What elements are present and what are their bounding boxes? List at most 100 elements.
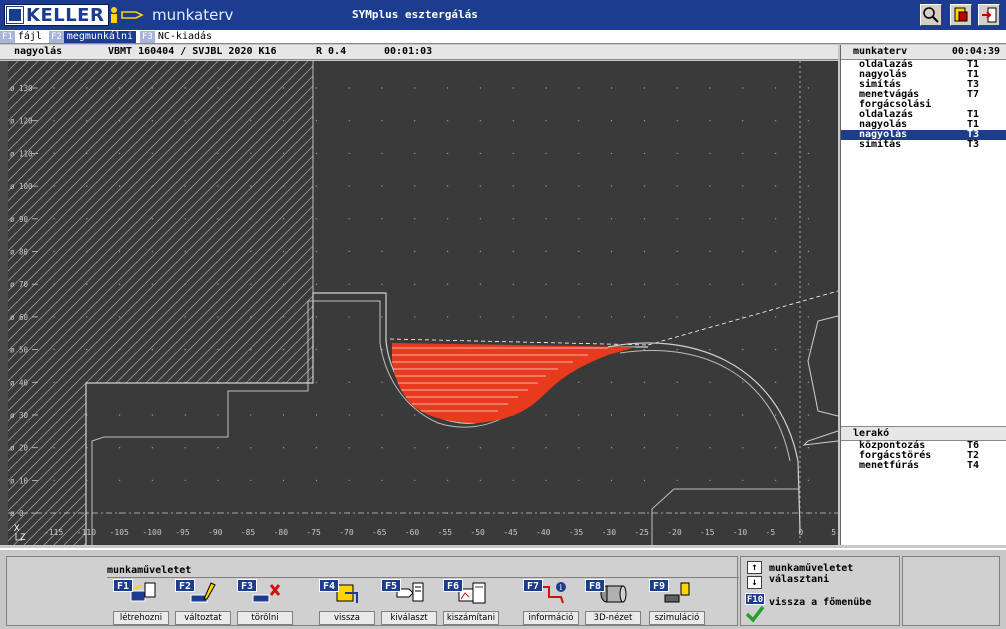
arrow-down-button[interactable]: ↓ xyxy=(747,576,762,589)
exit-button[interactable] xyxy=(978,4,1000,26)
3D-nézet-button[interactable]: F8 3D-nézet xyxy=(585,579,641,625)
grid-dot xyxy=(676,185,678,187)
grid-dot xyxy=(643,447,646,449)
grid-dot xyxy=(610,447,613,449)
grid-dot xyxy=(676,218,678,220)
machining-canvas[interactable]: ø 130 ø 120 ø 110 ø 100 ø 90 ø 80 ø 70 ø 60 ø 50… xyxy=(8,61,838,545)
grid-dot xyxy=(512,316,514,318)
grid-dot xyxy=(414,447,416,449)
menu-file[interactable]: F1 fájl xyxy=(0,30,45,44)
grid-dot xyxy=(676,87,678,89)
y-tick-label: ø 50 xyxy=(10,346,29,355)
grid-dot xyxy=(578,87,580,89)
grid-dot xyxy=(742,381,744,383)
vissza-button[interactable]: F4 vissza xyxy=(319,579,375,625)
x-tick-label: -115 xyxy=(44,528,63,537)
grid-dot xyxy=(381,218,383,220)
grid-dot xyxy=(446,120,449,122)
menu-nc-output[interactable]: F3 NC-kiadás xyxy=(140,30,215,44)
storage-row[interactable]: menetfúrás T4 xyxy=(841,461,1006,471)
workplan-list: oldalazás T1 nagyolás T1 simítás T3 menetvágás… xyxy=(841,60,1006,150)
keller-logo: KELLER xyxy=(4,4,110,26)
tool-description: VBMT 160404 / SVJBL 2020 K16 xyxy=(108,46,277,57)
x-tick-label: -95 xyxy=(175,528,190,537)
grid-dot xyxy=(512,185,514,187)
grid-dot xyxy=(643,120,646,122)
tool-holder xyxy=(807,315,838,417)
arrow-up-button[interactable]: ↑ xyxy=(747,561,762,574)
grid-dot xyxy=(381,283,383,285)
function-key-badge: F2 xyxy=(175,579,195,592)
grid-dot xyxy=(774,218,777,220)
grid-dot xyxy=(742,316,744,318)
grid-dot xyxy=(610,479,613,482)
grid-dot xyxy=(315,414,318,416)
grid-dot xyxy=(381,447,383,449)
információ-button[interactable]: i F7 információ xyxy=(523,579,579,625)
grid-dot xyxy=(250,479,252,482)
exit-icon xyxy=(982,7,997,23)
grid-dot xyxy=(709,447,711,449)
f10-button[interactable]: F10 xyxy=(745,593,765,623)
grid-dot xyxy=(610,414,613,416)
app-title: SYMplus esztergálás xyxy=(352,8,478,21)
back-to-main-menu-label: vissza a főmenübe xyxy=(769,597,872,608)
kiszámítani-button[interactable]: F6 kiszámítani xyxy=(443,579,499,625)
grid-dot xyxy=(610,185,613,187)
grid-dot xyxy=(151,414,154,416)
grid-dot xyxy=(709,283,711,285)
grid-dot xyxy=(742,87,744,89)
x-tick-label: -105 xyxy=(110,528,129,537)
menu-nc-output-key: F3 xyxy=(140,30,155,43)
grid-dot xyxy=(512,87,514,89)
toolpath-view: ø 130ø 120ø 110ø 100ø 90ø 80ø 70ø 60ø 50… xyxy=(8,61,838,545)
function-key-badge: F7 xyxy=(523,579,543,592)
grid-dot xyxy=(217,447,219,449)
grid-dot xyxy=(578,414,580,416)
grid-dot xyxy=(479,152,482,155)
grid-dot xyxy=(774,414,777,416)
változtat-button[interactable]: F2 változtat xyxy=(175,579,231,625)
workplan-row[interactable]: simítás T3 xyxy=(841,140,1006,150)
y-tick-label: ø 100 xyxy=(10,182,33,191)
workplan-panel: munkaterv 00:04:39 oldalazás T1 nagyolás T1… xyxy=(840,45,1006,545)
y-tick-label: ø 120 xyxy=(10,117,33,126)
grid-dot xyxy=(217,414,219,416)
approach-path-dashed xyxy=(647,290,838,346)
grid-dot xyxy=(545,152,547,155)
y-tick-label: ø 30 xyxy=(10,411,29,420)
grid-dot xyxy=(512,152,514,155)
grid-dot xyxy=(315,316,318,318)
function-key-badge: F8 xyxy=(585,579,605,592)
grid-dot xyxy=(414,120,416,122)
settings-button[interactable] xyxy=(950,4,972,26)
grid-dot xyxy=(643,316,646,318)
szimuláció-button[interactable]: F9 szimuláció xyxy=(649,579,705,625)
grid-dot xyxy=(545,185,547,187)
grid-dot xyxy=(545,250,547,253)
grid-dot xyxy=(414,152,416,155)
kiválaszt-button[interactable]: F5 kiválaszt xyxy=(381,579,437,625)
létrehozni-button[interactable]: F1 létrehozni xyxy=(113,579,169,625)
storage-title: lerakó xyxy=(853,428,890,439)
grid-dot xyxy=(512,218,514,220)
törölni-button[interactable]: F3 törölni xyxy=(237,579,293,625)
grid-dot xyxy=(446,250,449,253)
grid-dot xyxy=(348,283,350,285)
x-tick-label: -75 xyxy=(306,528,321,537)
grid-dot xyxy=(479,479,482,482)
grid-dot xyxy=(315,152,318,155)
workplan-title: munkaterv xyxy=(853,46,908,57)
grid-dot xyxy=(348,87,350,89)
mode-label: munkaterv xyxy=(152,6,234,24)
storage-header: lerakó xyxy=(841,426,1006,441)
grid-dot xyxy=(184,479,186,482)
search-button[interactable] xyxy=(920,4,942,26)
logo-text: KELLER xyxy=(26,4,105,26)
menu-nc-output-label: NC-kiadás xyxy=(157,30,213,42)
menu-machining[interactable]: F2 megmunkálni xyxy=(48,30,137,44)
x-tick-label: -45 xyxy=(503,528,518,537)
grid-dot xyxy=(479,120,482,122)
grid-dot xyxy=(807,185,810,187)
grid-dot xyxy=(742,218,744,220)
